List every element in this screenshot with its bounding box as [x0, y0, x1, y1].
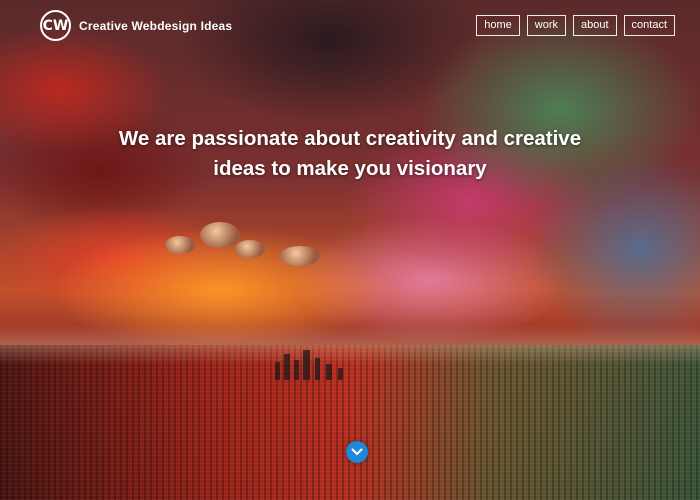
- city-skyline: [270, 350, 360, 380]
- logo-mark: CW: [40, 10, 71, 41]
- cloud-puff: [235, 240, 265, 258]
- cloud-puff: [165, 236, 195, 254]
- cloud-puff: [200, 222, 240, 248]
- hero-headline: We are passionate about creativity and c…: [60, 124, 640, 184]
- nav-work[interactable]: work: [526, 15, 566, 36]
- chevron-down-icon: [351, 448, 363, 456]
- main-nav: home work about contact: [476, 15, 675, 36]
- headline-line-1: We are passionate about creativity and c…: [118, 127, 582, 150]
- nav-home[interactable]: home: [476, 15, 520, 36]
- headline-line-2: ideas to make you visionary: [213, 157, 487, 180]
- nav-about[interactable]: about: [573, 15, 617, 36]
- scroll-down-button[interactable]: [346, 441, 368, 463]
- cloud-puff: [280, 246, 320, 266]
- logo-text: Creative Webdesign Ideas: [79, 18, 233, 33]
- nav-contact[interactable]: contact: [623, 15, 675, 36]
- hero-background: CW Creative Webdesign Ideas home work ab…: [0, 0, 700, 500]
- logo[interactable]: CW Creative Webdesign Ideas: [40, 10, 232, 41]
